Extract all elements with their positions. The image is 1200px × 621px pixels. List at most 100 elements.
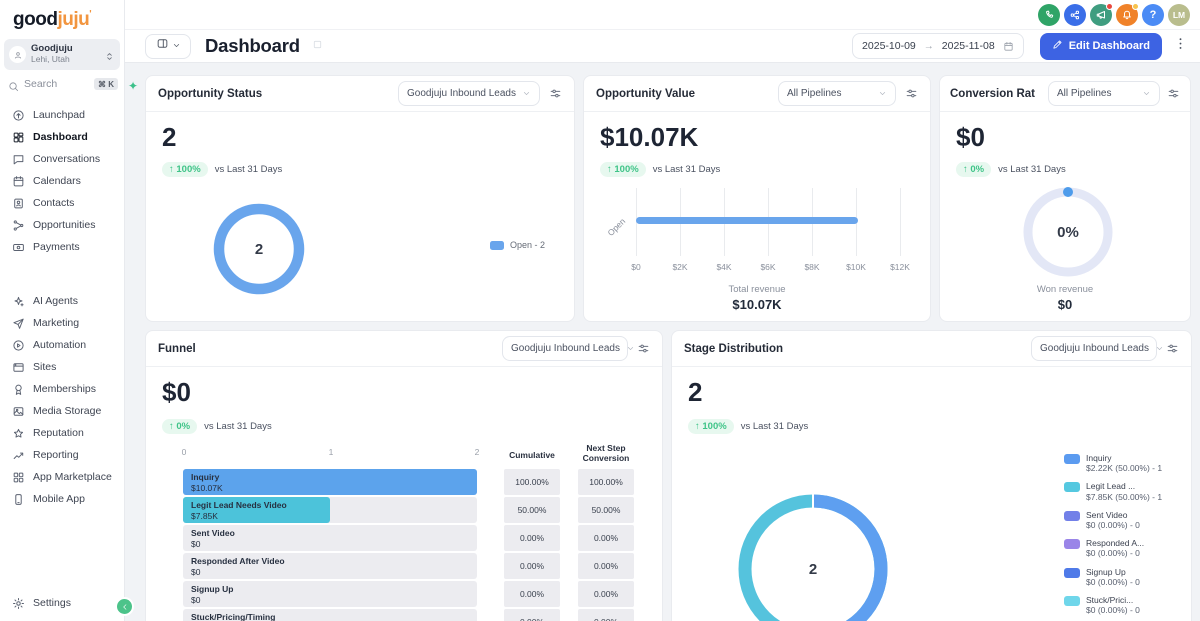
cumulative-cell: 0.00% [504,525,560,551]
won-revenue-label: Won revenue [1036,284,1094,295]
gridline [900,188,901,256]
funnel-stage-row[interactable]: Signup Up $0 [183,581,477,607]
sliders-icon[interactable] [549,87,562,100]
date-arrow: → [923,40,934,52]
sidebar-item-reputation[interactable]: Reputation [0,422,124,444]
bar-category-label: Open [605,216,628,238]
stage-legend-item[interactable]: Inquiry $2.22K (50.00%) - 1 [1064,453,1162,473]
stage-name: Legit Lead Needs Video [191,500,287,510]
x-tick-label: $2K [672,262,688,272]
sliders-icon[interactable] [1167,87,1180,100]
search-icon [8,79,19,91]
pipeline-filter-select[interactable]: Goodjuju Inbound Leads [1031,336,1163,361]
date-range-picker[interactable]: 2025-10-09 → 2025-11-08 [852,33,1024,59]
edit-dashboard-button[interactable]: Edit Dashboard [1039,32,1162,60]
metric-value: 2 [162,122,177,152]
brand-logo[interactable]: goodjuju' [0,0,124,31]
sidebar-item-dashboard[interactable]: Dashboard [0,126,124,148]
card-title: Conversion Rat [950,87,1035,100]
user-avatar[interactable]: LM [1168,3,1190,26]
bell-icon[interactable] [1116,2,1139,26]
pipeline-filter-select[interactable]: All Pipelines [1048,81,1160,106]
sidebar-item-contacts[interactable]: Contacts [0,192,124,214]
megaphone-icon[interactable] [1090,2,1113,26]
sidebar-item-payments[interactable]: Payments [0,236,124,258]
sidebar-item-marketing[interactable]: Marketing [0,312,124,334]
sidebar-item-launchpad[interactable]: Launchpad [0,104,124,126]
reporting-icon [12,449,25,462]
legend-detail: $0 (0.00%) - 0 [1086,519,1140,530]
filter-value: All Pipelines [787,88,842,99]
kebab-menu-icon[interactable] [1173,36,1188,56]
sliders-icon[interactable] [1166,342,1179,355]
sidebar-item-reporting[interactable]: Reporting [0,444,124,466]
pipeline-filter-select[interactable]: Goodjuju Inbound Leads [502,336,634,361]
sidebar-item-label: Dashboard [33,131,88,143]
x-tick-label: $10K [846,262,866,272]
status-legend[interactable]: Open - 2 [490,240,545,250]
logo-juju: juju [57,9,90,30]
metric-value: 2 [688,377,703,407]
stage-name: Stuck/Pricing/Timing [191,612,276,621]
sidebar-item-settings[interactable]: Settings [0,592,124,614]
stage-value: $0 [191,566,201,577]
funnel-stage-row[interactable]: Responded After Video $0 [183,553,477,579]
sidebar-item-sites[interactable]: Sites [0,356,124,378]
next-step-cell: 0.00% [578,525,634,551]
next-step-column-header: Next Step Conversion [582,443,630,463]
search-shortcut-badge: ⌘ K [94,78,118,90]
main-content: Opportunity Status Goodjuju Inbound Lead… [125,63,1200,621]
sidebar-item-conversations[interactable]: Conversations [0,148,124,170]
stage-name: Responded After Video [191,556,285,566]
x-tick-label: $6K [760,262,776,272]
sidebar-item-media-storage[interactable]: Media Storage [0,400,124,422]
help-icon[interactable]: ? [1142,3,1164,26]
sidebar-item-mobile-app[interactable]: Mobile App [0,488,124,510]
account-switcher[interactable]: Goodjuju Lehi, Utah [4,39,120,70]
sidebar-item-label: Conversations [33,153,101,165]
legend-detail: $0 (0.00%) - 0 [1086,605,1140,616]
stage-legend-item[interactable]: Sent Video $0 (0.00%) - 0 [1064,510,1162,530]
sidebar-item-ai-agents[interactable]: AI Agents [0,290,124,312]
cumulative-cell: 100.00% [504,469,560,495]
funnel-stage-row[interactable]: Stuck/Pricing/Timing$0 [183,609,477,621]
memberships-icon [12,383,25,396]
ai-spark-icon[interactable]: ✦ [128,79,138,93]
value-bar[interactable] [636,217,858,224]
search-input[interactable]: Search ⌘ K [8,78,118,91]
sidebar-item-label: Payments [33,241,80,253]
legend-chip [1064,567,1080,578]
funnel-stage-row[interactable]: Sent Video $0 [183,525,477,551]
legend-label: Open - 2 [510,240,546,250]
pipeline-filter-select[interactable]: Goodjuju Inbound Leads [398,81,540,106]
legend-detail: $7.85K (50.00%) - 1 [1086,491,1163,502]
sidebar-item-memberships[interactable]: Memberships [0,378,124,400]
sliders-icon[interactable] [905,87,918,100]
phone-icon[interactable] [1038,3,1060,26]
sidebar-item-app-marketplace[interactable]: App Marketplace [0,466,124,488]
cumulative-cell: 0.00% [504,609,560,621]
sidebar-collapse-button[interactable] [117,599,132,614]
funnel-stage-row[interactable]: Legit Lead Needs Video $7.85K [183,497,477,523]
stage-legend-item[interactable]: Signup Up $0 (0.00%) - 0 [1064,567,1162,587]
legend-name: Legit Lead ... [1086,481,1136,492]
legend-name: Inquiry [1086,453,1112,463]
card-title: Funnel [158,342,196,355]
funnel-stage-row[interactable]: Inquiry $10.07K [183,469,477,495]
sliders-icon[interactable] [637,342,650,355]
search-placeholder: Search [24,78,58,90]
cumulative-cell: 0.00% [504,553,560,579]
pipeline-filter-select[interactable]: All Pipelines [778,81,896,106]
vs-label: vs Last 31 Days [214,164,283,175]
sidebar-item-calendars[interactable]: Calendars [0,170,124,192]
dashboard-selector-button[interactable] [145,33,191,59]
hub-icon[interactable] [1064,3,1086,26]
stage-legend-item[interactable]: Legit Lead ... $7.85K (50.00%) - 1 [1064,481,1163,502]
stage-legend-item[interactable]: Responded A... $0 (0.00%) - 0 [1064,538,1162,558]
topbar-icon-cluster: ? LM [1038,2,1190,26]
chevron-left-icon [121,598,129,616]
sidebar-item-opportunities[interactable]: Opportunities [0,214,124,236]
stage-legend-item[interactable]: Stuck/Prici... $0 (0.00%) - 0 [1064,595,1162,615]
sidebar-item-automation[interactable]: Automation [0,334,124,356]
cumulative-cell: 0.00% [504,581,560,607]
